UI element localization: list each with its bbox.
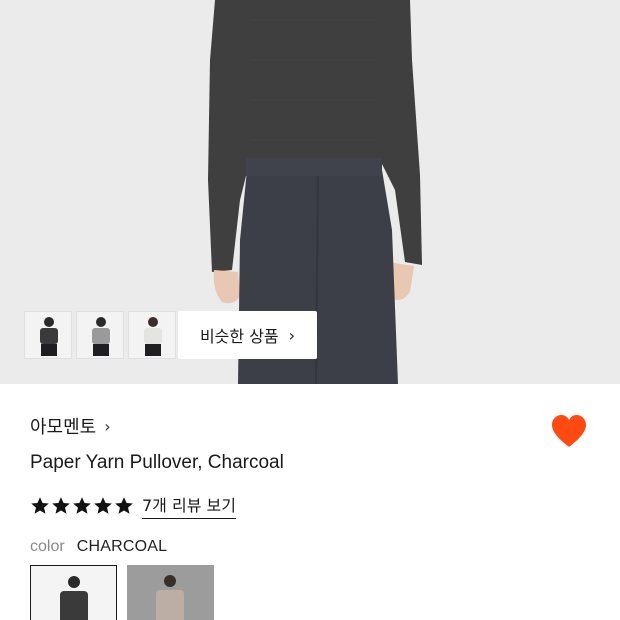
- swatch-beige[interactable]: [127, 565, 214, 620]
- similar-products-label: 비슷한 상품: [199, 327, 279, 346]
- color-swatches: [30, 565, 214, 620]
- star-icon: [94, 496, 112, 514]
- star-icon: [73, 496, 91, 514]
- swatch-charcoal[interactable]: [30, 565, 117, 620]
- brand-name: 아모멘토: [30, 417, 97, 438]
- swatch-model-beige: [127, 565, 214, 620]
- rating-stars: [30, 496, 134, 516]
- star-icon: [115, 496, 133, 514]
- chevron-right-icon: ›: [288, 325, 296, 345]
- reviews-link[interactable]: 7개 리뷰 보기: [142, 492, 236, 519]
- star-icon: [52, 496, 70, 514]
- thumbnail-strip: [24, 311, 176, 359]
- similar-products-button[interactable]: 비슷한 상품 ›: [178, 311, 317, 359]
- product-title: Paper Yarn Pullover, Charcoal: [30, 452, 284, 473]
- swatch-model-charcoal: [31, 566, 116, 620]
- color-label: color: [30, 538, 65, 555]
- brand-link[interactable]: 아모멘토 ›: [30, 413, 111, 439]
- rating-row: 7개 리뷰 보기: [30, 492, 236, 519]
- thumbnail-2[interactable]: [76, 311, 124, 359]
- thumbnail-1[interactable]: [24, 311, 72, 359]
- wishlist-heart-icon[interactable]: [550, 414, 588, 448]
- product-hero-image[interactable]: 비슷한 상품 ›: [0, 0, 620, 384]
- thumbnail-model-charcoal: [25, 312, 71, 358]
- thumbnail-model-grey: [77, 312, 123, 358]
- color-row: color CHARCOAL: [30, 538, 167, 556]
- color-value: CHARCOAL: [76, 538, 168, 555]
- thumbnail-model-ivory: [129, 312, 175, 358]
- thumbnail-3[interactable]: [128, 311, 176, 359]
- chevron-right-icon: ›: [104, 416, 111, 436]
- star-icon: [31, 496, 49, 514]
